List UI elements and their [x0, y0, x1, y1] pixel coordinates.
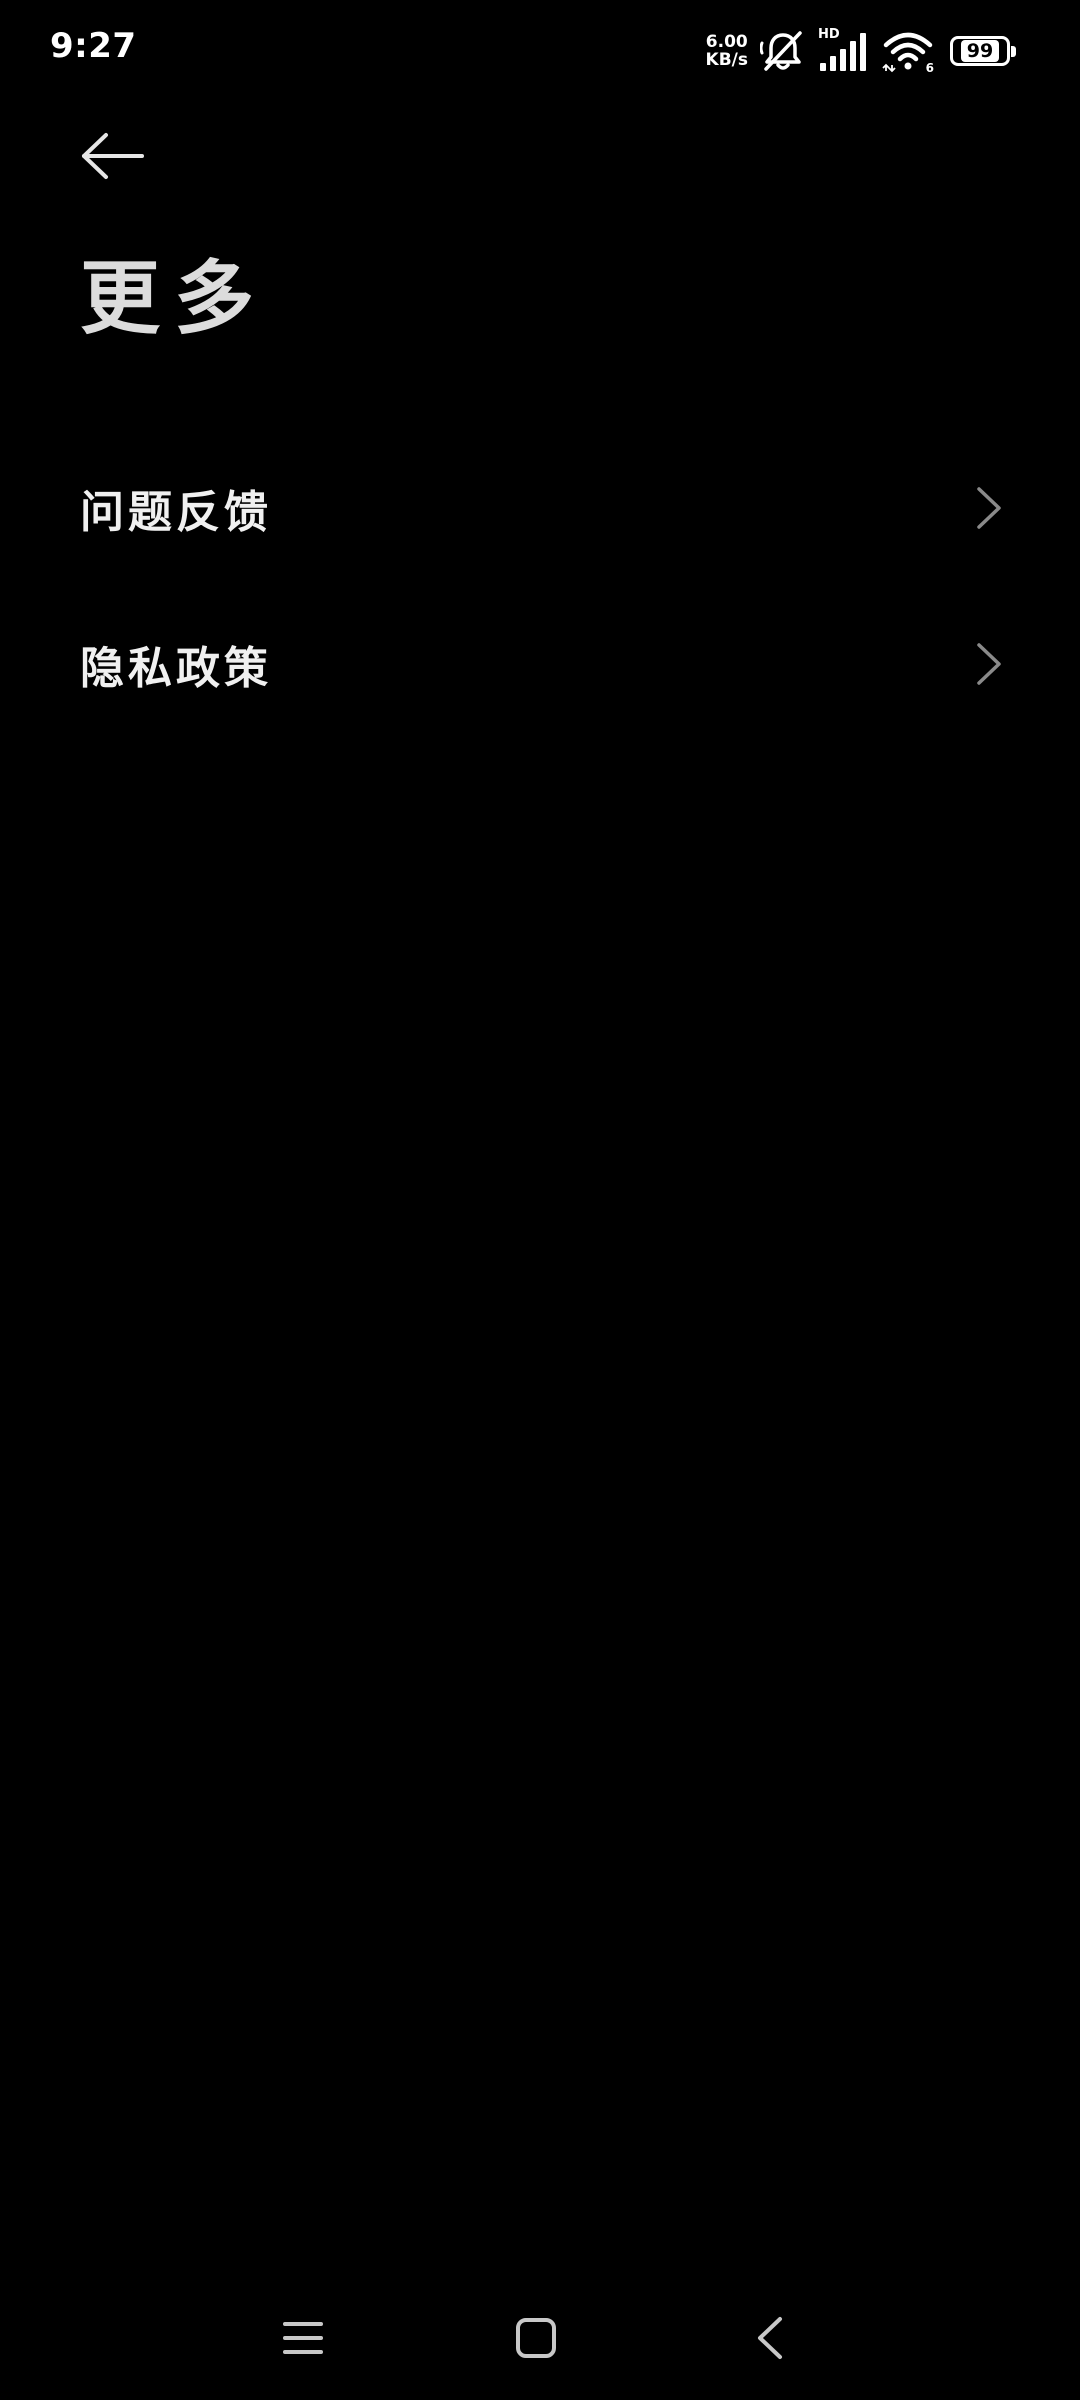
menu-lines-icon — [283, 2322, 323, 2354]
wifi-icon: 6 — [882, 29, 934, 75]
chevron-left-icon — [758, 2317, 782, 2359]
system-back-button[interactable] — [722, 2290, 818, 2386]
chevron-right-icon — [977, 487, 1001, 529]
cellular-signal-icon: HD — [818, 27, 870, 73]
menu-item-label: 隐私政策 — [80, 643, 272, 694]
signal-hd-label: HD — [818, 27, 840, 42]
arrow-left-icon — [82, 133, 144, 179]
menu-item-label: 问题反馈 — [80, 487, 272, 538]
chevron-right-icon — [977, 643, 1001, 685]
muted-bell-icon — [760, 29, 806, 73]
menu-item-privacy-policy[interactable]: 隐私政策 — [0, 586, 1080, 742]
status-icons: 6.00 KB/s HD 6 99 — [706, 27, 1016, 75]
back-button[interactable] — [70, 120, 156, 192]
wifi-standard-label: 6 — [925, 61, 934, 75]
system-nav-bar — [0, 2270, 1080, 2400]
status-time: 9:27 — [50, 26, 137, 66]
page-title: 更多 — [80, 251, 268, 345]
network-speed-value: 6.00 — [705, 32, 748, 52]
network-speed-unit: KB/s — [705, 50, 748, 70]
battery-level: 99 — [960, 40, 1000, 62]
recent-apps-button[interactable] — [255, 2290, 351, 2386]
status-bar: 9:27 6.00 KB/s HD 6 99 — [0, 0, 1080, 100]
network-speed: 6.00 KB/s — [706, 33, 748, 69]
battery-icon: 99 — [950, 36, 1016, 66]
home-button[interactable] — [488, 2290, 584, 2386]
square-home-icon — [516, 2318, 556, 2358]
menu-item-feedback[interactable]: 问题反馈 — [0, 430, 1080, 586]
